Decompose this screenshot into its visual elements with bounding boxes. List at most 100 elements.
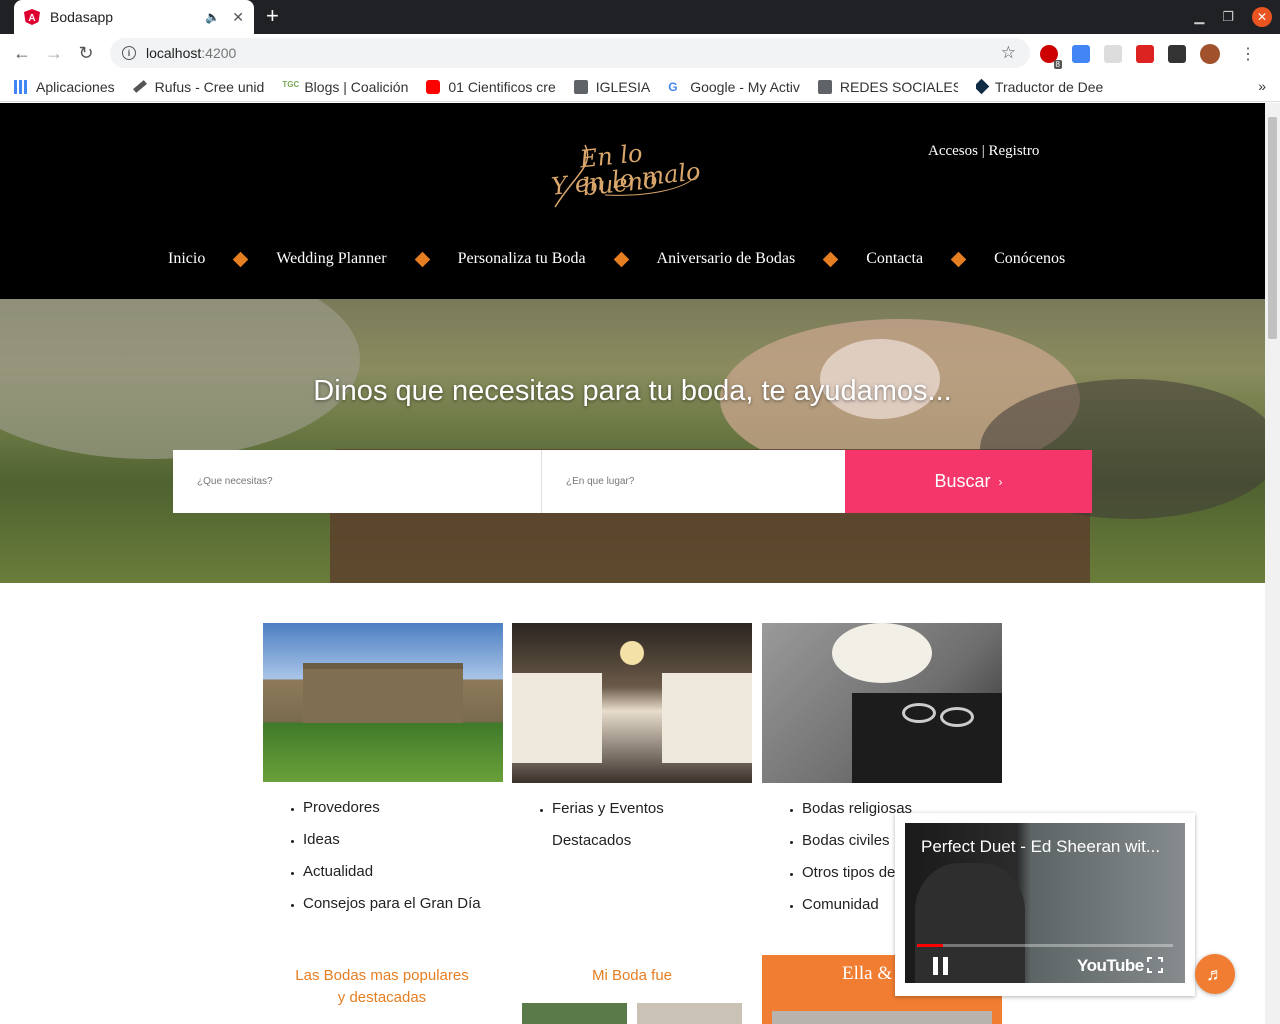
close-tab-icon[interactable]: ✕ xyxy=(232,9,244,26)
video-title[interactable]: Perfect Duet - Ed Sheeran wit... xyxy=(921,837,1160,857)
list-item[interactable]: Provedores xyxy=(303,792,503,824)
what-search-input[interactable]: ¿Que necesitas? xyxy=(173,450,542,513)
wedding-photo-thumbnail[interactable] xyxy=(522,1003,627,1024)
card-list: Ferias y Eventos Destacados xyxy=(512,793,752,857)
nav-inicio[interactable]: Inicio xyxy=(168,250,205,268)
bookmark-iglesia[interactable]: IGLESIA xyxy=(573,78,651,95)
bookmark-label: Traductor de Dee xyxy=(994,78,1104,95)
hero-banner: Dinos que necesitas para tu boda, te ayu… xyxy=(0,299,1265,583)
auth-links[interactable]: Accesos | Registro xyxy=(928,143,1039,160)
tgc-icon: TGC xyxy=(282,79,300,89)
singer-silhouette-shape xyxy=(915,863,1025,983)
wedding-photo-thumbnail[interactable] xyxy=(637,1003,742,1024)
maximize-icon[interactable]: ❐ xyxy=(1222,9,1234,25)
chevron-right-icon: › xyxy=(998,474,1003,489)
section-ella-title: Ella & xyxy=(842,963,893,984)
adblock-icon[interactable]: 8 xyxy=(1040,45,1062,69)
url-host: localhost xyxy=(146,45,202,61)
nav-aniversario[interactable]: Aniversario de Bodas xyxy=(657,250,796,268)
pen-extension-icon[interactable] xyxy=(1136,45,1154,63)
bookmark-label: Blogs | Coalición xyxy=(304,78,409,95)
scrollbar-thumb[interactable] xyxy=(1268,117,1277,339)
url-port: :4200 xyxy=(201,45,237,61)
music-player-popup: Perfect Duet - Ed Sheeran wit... YouTube xyxy=(895,813,1195,996)
page-scrollbar[interactable] xyxy=(1265,103,1280,1024)
x-extension-icon[interactable] xyxy=(1168,45,1186,63)
angular-icon: A xyxy=(24,9,40,25)
apps-grid-icon xyxy=(14,79,28,94)
extensions-area: 8 ⋮ xyxy=(1040,44,1256,69)
cast-icon[interactable] xyxy=(1104,45,1122,63)
rings-image[interactable] xyxy=(762,623,1002,783)
bookmark-blogs[interactable]: TGC Blogs | Coalición xyxy=(282,79,408,95)
fullscreen-icon[interactable] xyxy=(1147,957,1163,973)
card-list: Provedores Ideas Actualidad Consejos par… xyxy=(263,792,503,920)
nav-personaliza[interactable]: Personaliza tu Boda xyxy=(458,250,586,268)
minimize-icon[interactable]: ▁ xyxy=(1194,9,1204,25)
bookmark-label: Aplicaciones xyxy=(36,78,115,95)
window-close-icon[interactable]: ✕ xyxy=(1252,7,1272,27)
bookmark-cientificos[interactable]: 01 Cientificos cre xyxy=(426,78,556,95)
svg-text:A: A xyxy=(28,13,35,24)
profile-avatar[interactable] xyxy=(1200,44,1220,64)
diamond-icon xyxy=(233,251,249,267)
address-bar[interactable]: i localhost:4200 ☆ xyxy=(110,38,1030,68)
bookmark-label: 01 Cientificos cre xyxy=(448,78,556,95)
list-item[interactable]: Ferias y Eventos xyxy=(552,793,752,825)
section-popular-title[interactable]: Las Bodas mas populares y destacadas xyxy=(292,965,472,1009)
video-progress-bar[interactable] xyxy=(917,944,1173,947)
pause-icon[interactable] xyxy=(933,957,949,975)
deepl-icon xyxy=(975,78,990,95)
dresses-left-shape xyxy=(512,673,602,763)
bookmark-redes[interactable]: REDES SOCIALES xyxy=(817,78,958,95)
where-search-input[interactable]: ¿En que lugar? xyxy=(542,450,845,513)
diamond-icon xyxy=(950,251,967,267)
new-tab-button[interactable]: + xyxy=(266,5,279,27)
bridal-shop-image[interactable] xyxy=(512,623,752,783)
chandelier-shape xyxy=(620,641,644,665)
list-item[interactable]: Consejos para el Gran Día xyxy=(303,888,503,920)
site-logo[interactable]: En lo bueno Y en lo malo xyxy=(545,135,705,215)
browser-tab[interactable]: A Bodasapp 🔈 ✕ xyxy=(14,0,254,34)
list-item[interactable]: Destacados xyxy=(552,825,752,857)
search-button[interactable]: Buscar › xyxy=(845,450,1092,513)
reload-icon[interactable]: ↻ xyxy=(70,43,102,64)
bookmark-label: REDES SOCIALES xyxy=(839,78,958,95)
forward-icon[interactable]: → xyxy=(38,43,70,64)
bookmarks-overflow[interactable]: » xyxy=(1258,78,1266,94)
list-item[interactable]: Actualidad xyxy=(303,856,503,888)
couple-photo-thumbnail[interactable] xyxy=(772,1011,992,1024)
rufus-icon xyxy=(132,80,147,93)
castle-building-shape xyxy=(303,663,463,723)
ring-shape xyxy=(940,707,974,727)
back-icon[interactable]: ← xyxy=(6,43,38,64)
bookmark-apps[interactable]: Aplicaciones xyxy=(14,79,115,95)
castle-image[interactable] xyxy=(263,623,503,782)
music-note-icon: ♬ xyxy=(1206,963,1224,984)
music-note-button[interactable]: ♬ xyxy=(1195,954,1235,994)
bookmarks-bar: Aplicaciones Rufus - Cree unid TGC Blogs … xyxy=(0,72,1280,102)
youtube-logo[interactable]: YouTube xyxy=(1077,956,1144,976)
nav-wedding-planner[interactable]: Wedding Planner xyxy=(276,250,386,268)
search-bar: ¿Que necesitas? ¿En que lugar? Buscar › xyxy=(173,450,1092,513)
menu-kebab-icon[interactable]: ⋮ xyxy=(1240,44,1256,64)
speaker-icon[interactable]: 🔈 xyxy=(205,10,220,24)
bookmark-deepl[interactable]: Traductor de Dee xyxy=(975,78,1104,95)
bookmark-star-icon[interactable]: ☆ xyxy=(1001,43,1016,63)
nav-conocenos[interactable]: Conócenos xyxy=(994,250,1065,268)
youtube-video[interactable]: Perfect Duet - Ed Sheeran wit... YouTube xyxy=(905,823,1185,983)
bookmark-rufus[interactable]: Rufus - Cree unid xyxy=(132,79,264,95)
list-item[interactable]: Ideas xyxy=(303,824,503,856)
hero-title: Dinos que necesitas para tu boda, te ayu… xyxy=(313,375,952,407)
diamond-icon xyxy=(822,251,839,267)
translate-icon[interactable] xyxy=(1072,45,1090,63)
card-ferias: Ferias y Eventos Destacados xyxy=(512,623,752,857)
bookmark-label: IGLESIA xyxy=(595,78,651,95)
section-my-wedding-title[interactable]: Mi Boda fue xyxy=(522,965,742,987)
nav-contacta[interactable]: Contacta xyxy=(866,250,923,268)
video-progress-fill xyxy=(917,944,943,947)
site-info-icon[interactable]: i xyxy=(122,46,136,60)
bookmark-google[interactable]: G Google - My Activ xyxy=(668,79,800,95)
google-icon: G xyxy=(668,79,678,94)
folder-icon xyxy=(817,79,832,94)
